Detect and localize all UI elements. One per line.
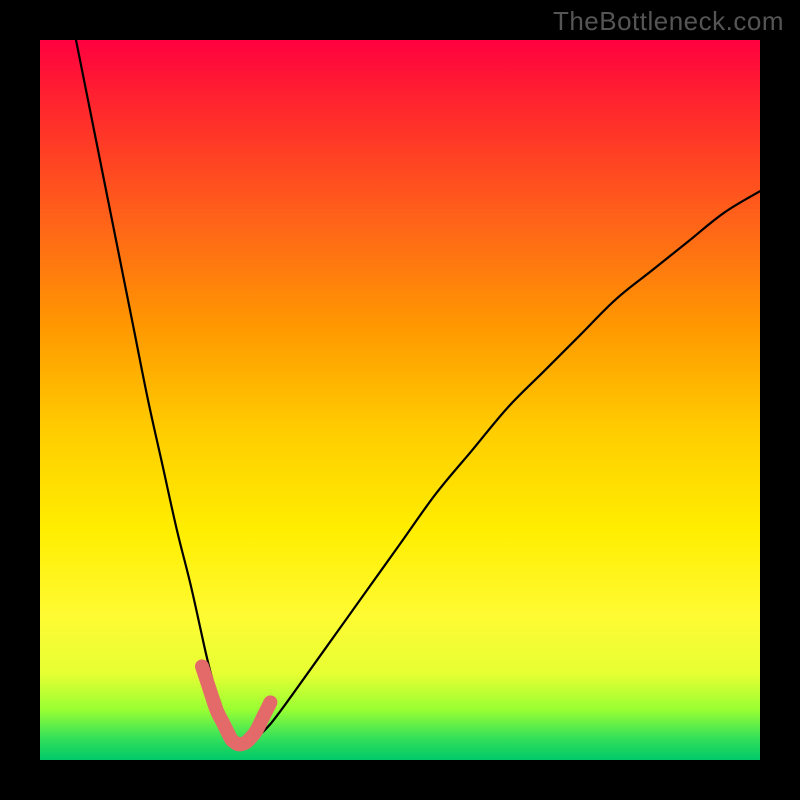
bottleneck-curve-black: [76, 40, 760, 747]
bottleneck-curve-red-accent: [202, 666, 270, 744]
curve-layer: [40, 40, 760, 760]
watermark-text: TheBottleneck.com: [553, 6, 784, 37]
plot-area: [40, 40, 760, 760]
chart-frame: TheBottleneck.com: [0, 0, 800, 800]
